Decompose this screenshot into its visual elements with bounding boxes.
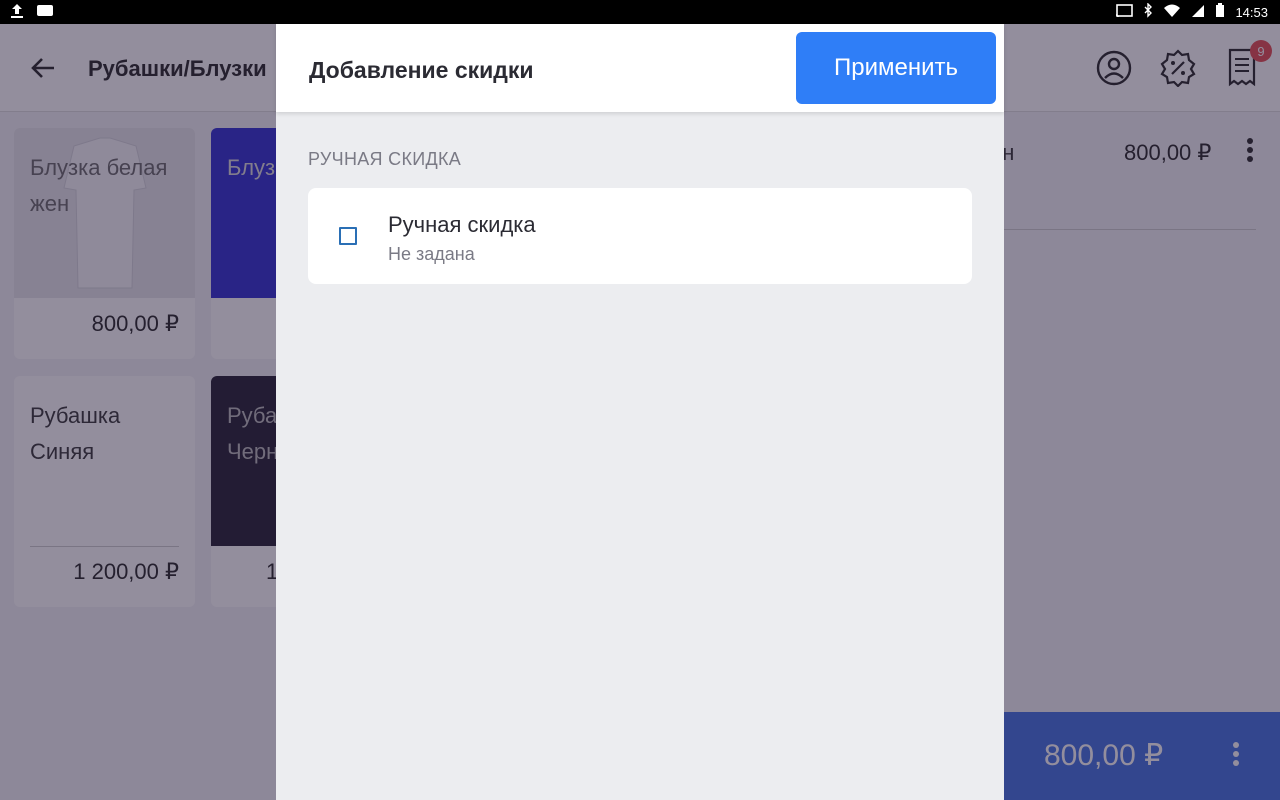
add-discount-dialog: Добавление скидки Применить РУЧНАЯ СКИДК… (276, 24, 1004, 800)
wifi-icon (1163, 4, 1181, 21)
manual-discount-checkbox[interactable] (339, 227, 357, 245)
dialog-title: Добавление скидки (309, 57, 534, 83)
clock: 14:53 (1235, 4, 1268, 20)
upload-icon (10, 3, 24, 24)
bluetooth-icon (1143, 2, 1153, 21)
dialog-header: Добавление скидки Применить (276, 24, 1004, 112)
signal-icon (1191, 4, 1205, 21)
cast-icon (1115, 3, 1134, 21)
option-subtitle: Не задана (388, 244, 475, 264)
battery-icon (1215, 3, 1225, 21)
option-title: Ручная скидка (388, 212, 536, 237)
status-bar: 14:53 (0, 0, 1280, 24)
section-label: РУЧНАЯ СКИДКА (308, 149, 462, 169)
message-icon (36, 4, 54, 23)
manual-discount-option[interactable]: Ручная скидка Не задана (308, 188, 972, 284)
apply-button[interactable]: Применить (796, 32, 996, 104)
